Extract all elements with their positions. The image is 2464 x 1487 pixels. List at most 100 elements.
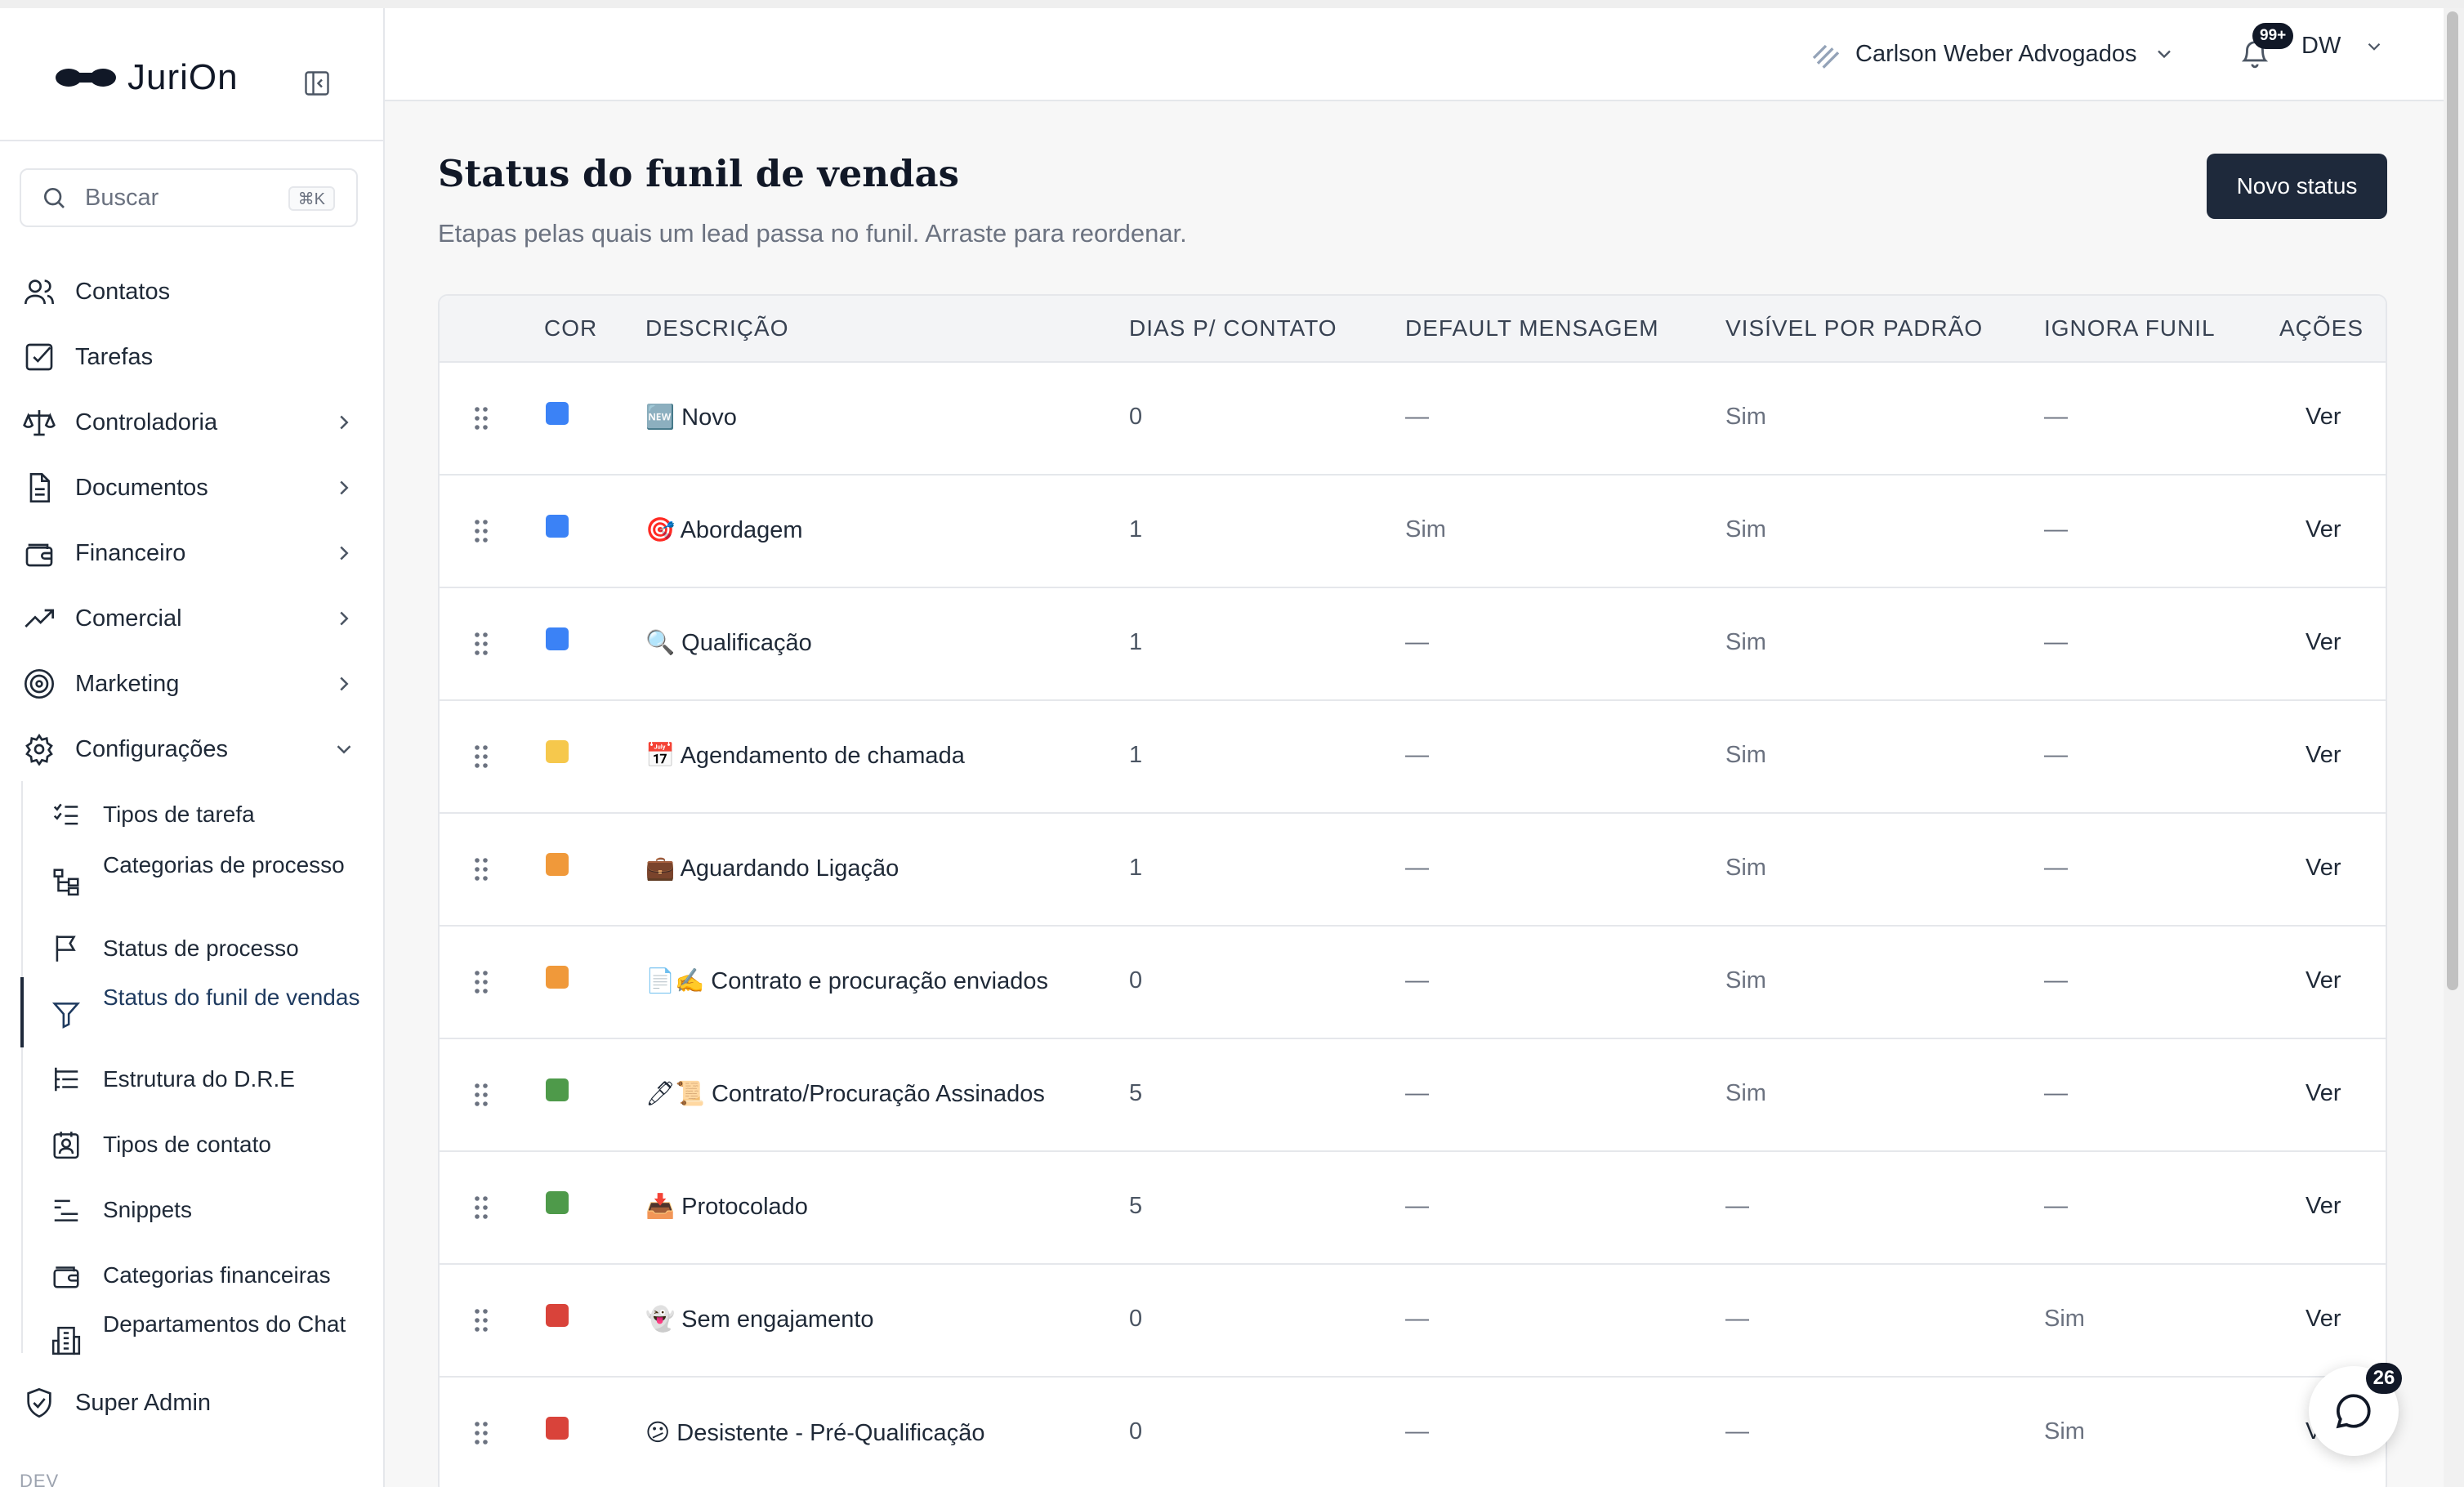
new-status-button[interactable]: Novo status [2207,154,2387,219]
drag-handle-icon[interactable] [472,631,490,657]
color-swatch [546,402,569,425]
sidebar-collapse-icon[interactable] [302,69,332,98]
nav-tarefas[interactable]: Tarefas [0,328,383,386]
submenu-guide [21,781,23,1353]
cell-visivel: Sim [1725,404,1766,430]
notifications-button[interactable]: 99+ [2223,8,2294,101]
cell-visivel: — [1725,1418,1749,1445]
cell-descricao: 🔍 Qualificação [645,630,812,656]
cell-default-mensagem: Sim [1405,516,1446,543]
drag-handle-icon[interactable] [472,856,490,882]
sub-label: Status do funil de vendas [103,985,360,1010]
trending-up-icon [25,609,54,627]
document-icon [29,473,50,502]
ver-link[interactable]: Ver [2306,855,2341,882]
drag-handle-icon[interactable] [472,744,490,770]
ver-link[interactable]: Ver [2306,516,2341,543]
ver-link[interactable]: Ver [2306,404,2341,431]
ver-link[interactable]: Ver [2306,967,2341,994]
user-menu[interactable]: DW [2301,33,2385,60]
drag-handle-icon[interactable] [472,1420,490,1446]
drag-handle-icon[interactable] [472,1307,490,1333]
col-descricao: DESCRIÇÃO [645,315,789,341]
color-swatch [546,1078,569,1101]
table-row[interactable]: 👻 Sem engajamento 0 — — Sim Ver [440,1265,2386,1378]
cell-dias: 5 [1129,1080,1143,1106]
cell-dias: 0 [1129,404,1143,430]
sub-tipos-de-contato[interactable]: Tipos de contato [25,1116,383,1173]
chevron-down-icon [2368,42,2381,51]
drag-handle-icon[interactable] [472,969,490,995]
table-row[interactable]: 📄✍️ Contrato e procuração enviados 0 — Sim —… [440,927,2386,1039]
cell-dias: 5 [1129,1193,1143,1219]
cell-dias: 0 [1129,1306,1143,1332]
cell-descricao: 👻 Sem engajamento [645,1306,874,1333]
drag-handle-icon[interactable] [472,1082,490,1108]
drag-handle-icon[interactable] [472,518,490,544]
scrollbar-thumb[interactable] [2447,11,2458,990]
contact-card-icon [53,1132,79,1159]
cell-dias: 0 [1129,1418,1143,1445]
chevron-down-icon [337,745,351,754]
nav-financeiro[interactable]: Financeiro [0,525,383,582]
cell-ignora-funil: — [2044,1193,2068,1219]
nav-documentos[interactable]: Documentos [0,459,383,516]
nav-label: Comercial [75,605,182,632]
sub-estrutura-dre[interactable]: Estrutura do D.R.E [25,1051,383,1108]
sub-snippets[interactable]: Snippets [25,1181,383,1239]
sub-status-do-funil-de-vendas[interactable]: Status do funil de vendas [25,977,383,1051]
cell-ignora-funil: — [2044,967,2068,994]
ver-link[interactable]: Ver [2306,629,2341,656]
cell-descricao: 📄✍️ Contrato e procuração enviados [645,968,1048,994]
chevron-right-icon [340,546,349,560]
nav-controladoria[interactable]: Controladoria [0,394,383,451]
cell-default-mensagem: — [1405,1193,1429,1219]
table-row[interactable]: 🎯 Abordagem 1 Sim Sim — Ver [440,476,2386,588]
nav-comercial[interactable]: Comercial [0,590,383,647]
ver-link[interactable]: Ver [2306,1193,2341,1220]
table-row[interactable]: 🖊📜 Contrato/Procuração Assinados 5 — Sim — Ve… [440,1039,2386,1152]
cell-visivel: Sim [1725,1080,1766,1106]
color-swatch [546,853,569,876]
app-name: JuriOn [127,57,239,97]
sub-status-de-processo[interactable]: Status de processo [25,920,383,977]
drag-handle-icon[interactable] [472,405,490,431]
table-row[interactable]: 💼 Aguardando Ligação 1 — Sim — Ver [440,814,2386,927]
chevron-right-icon [340,480,349,495]
table-row[interactable]: 😕 Desistente - Pré-Qualificação0——SimVer [440,1378,2386,1487]
col-acoes: AÇÕES [2279,315,2364,341]
page-subtitle: Etapas pelas quais um lead passa no funi… [438,219,1187,248]
table-row[interactable]: 🔍 Qualificação 1 — Sim — Ver [440,588,2386,701]
sub-categorias-financeiras[interactable]: Categorias financeiras [25,1247,383,1304]
cell-ignora-funil: Sim [2044,1418,2085,1445]
cell-default-mensagem: — [1405,404,1429,430]
gear-icon [25,733,53,766]
ver-link[interactable]: Ver [2306,1080,2341,1107]
app-logo[interactable]: JuriOn [54,57,239,98]
table-row[interactable]: 📅 Agendamento de chamada 1 — Sim — Ver [440,701,2386,814]
flag-icon [56,936,76,962]
nav-contatos[interactable]: Contatos [0,263,383,320]
sub-departamentos-do-chat[interactable]: Departamentos do Chat [25,1304,383,1378]
table-row[interactable]: 📥 Protocolado 5 — — — Ver [440,1152,2386,1265]
cell-descricao: 📥 Protocolado [645,1194,808,1220]
nav-configuracoes[interactable]: Configurações [0,721,383,778]
sub-categorias-de-processo[interactable]: Categorias de processo [25,845,383,918]
cell-ignora-funil: — [2044,404,2068,430]
nav-marketing[interactable]: Marketing [0,655,383,712]
ver-link[interactable]: Ver [2306,742,2341,769]
table-row[interactable]: 🆕 Novo 0 — Sim — Ver [440,363,2386,476]
ver-link[interactable]: Ver [2306,1306,2341,1333]
search-input[interactable] [85,184,273,212]
drag-handle-icon[interactable] [472,1195,490,1221]
sub-tipos-de-tarefa[interactable]: Tipos de tarefa [25,786,383,843]
color-swatch [546,740,569,763]
cell-ignora-funil: Sim [2044,1306,2085,1332]
nav-super-admin[interactable]: Super Admin [0,1374,383,1431]
sub-label: Categorias de processo [103,852,345,877]
org-switcher[interactable]: Carlson Weber Advogados [1810,38,2176,70]
sub-label: Status de processo [103,936,299,961]
table-header: COR DESCRIÇÃO DIAS P/ CONTATO DEFAULT ME… [440,296,2386,363]
building-icon [51,1326,81,1355]
search-box[interactable]: ⌘K [20,168,358,227]
